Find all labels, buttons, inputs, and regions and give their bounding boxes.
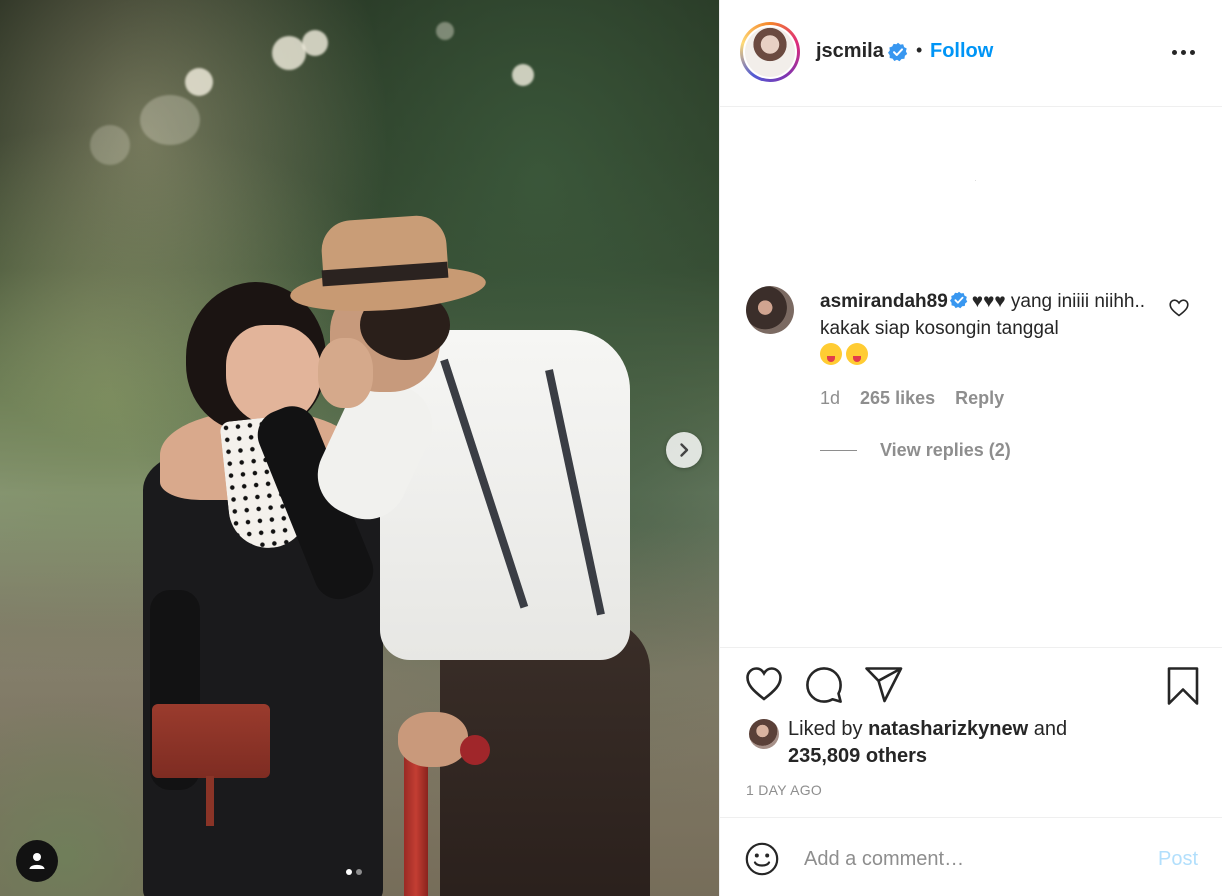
post-header: jscmila • Follow — [720, 0, 1222, 107]
emoji-smiley-icon[interactable] — [745, 842, 779, 876]
paper-plane-icon[interactable] — [864, 666, 904, 704]
author-avatar — [745, 27, 795, 77]
header-separator: • — [916, 40, 923, 60]
bokeh-light — [140, 95, 200, 145]
liker-username[interactable]: natasharizkynew — [868, 718, 1028, 740]
comment-input[interactable] — [804, 844, 1134, 874]
comment-like-count[interactable]: 265 likes — [860, 388, 935, 409]
comment-meta: 1d 265 likes Reply — [820, 388, 1004, 409]
view-replies-button[interactable]: View replies (2) — [880, 440, 1011, 461]
commenter-avatar[interactable] — [746, 286, 794, 334]
likes-connector: and — [1028, 718, 1068, 740]
bookmark-icon[interactable] — [1166, 666, 1200, 706]
author-avatar-story-ring[interactable] — [740, 22, 800, 82]
bokeh-light — [185, 68, 213, 96]
avatar-border — [743, 25, 797, 79]
ellipsis-icon — [1172, 49, 1177, 55]
ellipsis-icon — [1190, 49, 1195, 55]
post-timestamp[interactable]: 1 DAY AGO — [746, 782, 822, 798]
face-with-tongue-emoji-icon — [820, 343, 842, 365]
user-tag-icon — [29, 853, 45, 869]
reply-button[interactable]: Reply — [955, 388, 1004, 409]
red-clutch-bag — [152, 704, 270, 778]
tagged-users-button[interactable] — [16, 840, 58, 882]
liker-avatar[interactable] — [749, 719, 779, 749]
comment-hearts: ♥♥♥ — [971, 291, 1006, 312]
heart-icon[interactable] — [745, 666, 783, 702]
likes-others-count[interactable]: 235,809 others — [788, 745, 927, 767]
carousel-dot — [356, 869, 362, 875]
bokeh-light — [302, 30, 328, 56]
carousel-next-button[interactable] — [666, 432, 702, 468]
ellipsis-icon — [1181, 49, 1186, 55]
comment-like-heart-icon[interactable] — [1169, 299, 1189, 317]
squinting-face-with-tongue-emoji-icon — [846, 343, 868, 365]
bokeh-light — [90, 125, 130, 165]
post-photo[interactable] — [0, 0, 719, 896]
more-options-button[interactable] — [1172, 40, 1202, 64]
author-username[interactable]: jscmila — [816, 40, 884, 63]
bokeh-light — [272, 36, 306, 70]
add-comment-bar: Post — [720, 817, 1222, 896]
man-hand — [318, 338, 373, 408]
comment-icon[interactable] — [805, 666, 843, 704]
chevron-right-icon — [680, 443, 689, 457]
verified-badge-icon — [888, 42, 908, 62]
comment-body: asmirandah89 ♥♥♥ yang iniiii niihh.. kak… — [820, 288, 1170, 369]
bokeh-light — [436, 22, 454, 40]
carousel-indicator — [346, 869, 362, 875]
caption-area — [975, 180, 976, 181]
post-sidebar: jscmila • Follow asmirandah89 ♥♥♥ yang i… — [719, 0, 1222, 896]
walking-cane — [404, 745, 428, 896]
commenter-username[interactable]: asmirandah89 — [820, 291, 948, 312]
replies-divider — [820, 450, 857, 451]
bokeh-light — [512, 64, 534, 86]
likes-prefix: Liked by — [788, 718, 869, 740]
man-hand-on-cane — [398, 712, 468, 767]
comment-age[interactable]: 1d — [820, 388, 840, 409]
likes-summary: Liked by natasharizkynew and 235,809 othe… — [788, 716, 1168, 770]
bag-strap — [206, 776, 214, 826]
post-comment-button[interactable]: Post — [1158, 848, 1198, 871]
cane-knob — [460, 735, 490, 765]
verified-badge-icon — [949, 291, 968, 309]
carousel-dot-active — [346, 869, 352, 875]
follow-button[interactable]: Follow — [930, 40, 993, 63]
